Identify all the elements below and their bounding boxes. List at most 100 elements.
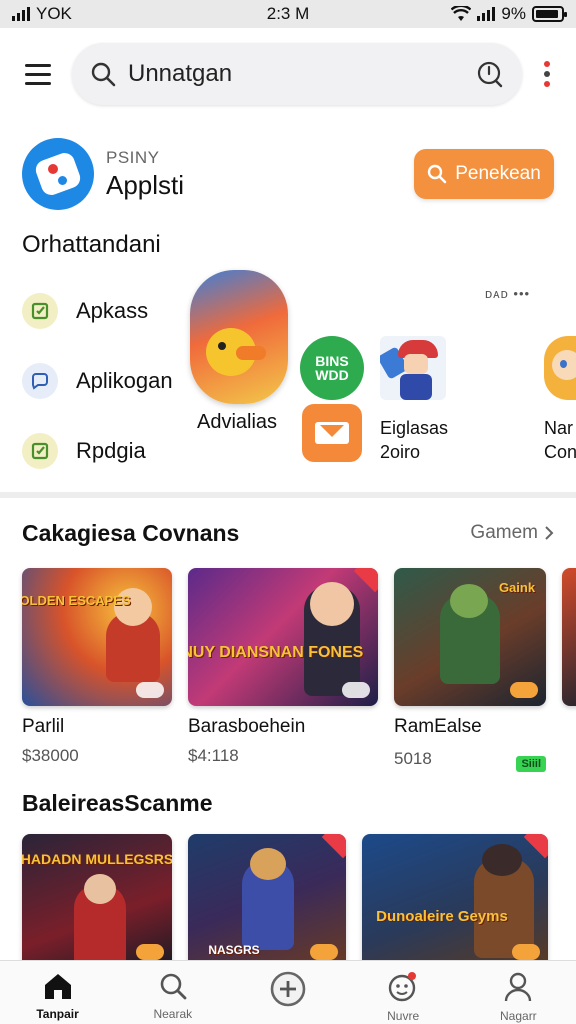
- hero-game-label: Eiglasas 2oiro: [380, 416, 448, 464]
- category-label: Rpdgia: [76, 438, 146, 463]
- game-card-title-art: Dunoaleire Geyms: [376, 907, 508, 925]
- game-card[interactable]: Gaink RamEalse 5018 Siiil: [394, 568, 546, 772]
- edge-label-line1: Nar: [544, 418, 574, 438]
- game-card[interactable]: GOLDEN ESCAPES Parlil $38000: [22, 568, 172, 772]
- price-value: $4:118: [188, 746, 239, 765]
- primary-action-button[interactable]: Penekean: [414, 149, 554, 199]
- section-header: Cakagiesa Covnans Gamem: [0, 498, 576, 568]
- partial-game-icon[interactable]: [544, 336, 576, 400]
- wifi-icon: [451, 6, 472, 21]
- hero-label-line2: 2oiro: [380, 442, 421, 462]
- section-label: Orhattandani: [22, 231, 161, 258]
- game-card-price: 5018 Siiil: [394, 746, 546, 772]
- game-card-image: Dunoaleire Geyms: [362, 834, 548, 968]
- battery-percent: 9%: [501, 4, 526, 23]
- hero-label-line1: Eiglasas: [380, 418, 449, 438]
- section-header: BaleireasScanme: [0, 772, 576, 834]
- green-app-icon[interactable]: BINS WDD: [300, 336, 364, 400]
- bottom-navigation: Tanpair Nearak Nuvre Nagarr: [0, 960, 576, 1024]
- nav-item-home[interactable]: Tanpair: [10, 971, 106, 1021]
- game-card[interactable]: HADADN MULLEGSRS: [22, 834, 172, 968]
- app-screen: YOK 2:3 M 9% Unnatgan PSINY Applsti Pene…: [0, 0, 576, 1024]
- see-more-link[interactable]: Gamem: [470, 522, 554, 544]
- app-identity-row: PSINY Applsti Penekean: [0, 120, 576, 220]
- mail-app-icon[interactable]: [302, 404, 362, 462]
- smiley-icon: [388, 972, 417, 1002]
- primary-action-label: Penekean: [455, 163, 541, 184]
- battery-fill: [536, 10, 558, 18]
- game-card[interactable]: HRDNUY DIANSNAN FONES Barasboehein $4:11…: [188, 568, 378, 772]
- home-icon: [44, 974, 71, 999]
- search-icon: [160, 973, 187, 1000]
- game-card-title-art: NASGRS: [208, 942, 260, 957]
- user-icon: [505, 972, 532, 1002]
- game-card-row: GOLDEN ESCAPES Parlil $38000 HRDNUY DIAN…: [0, 568, 576, 772]
- search-icon: [428, 164, 447, 184]
- game-card-name: RamEalse: [394, 716, 482, 737]
- game-card-name: Barasboehein: [188, 716, 306, 737]
- section-title: Cakagiesa Covnans: [22, 519, 240, 546]
- square-check-icon: [22, 433, 58, 469]
- game-card-image: HRDNUY DIANSNAN FONES: [188, 568, 378, 706]
- status-badge: Siiil: [516, 756, 546, 772]
- feature-area: Apkass Aplikogan Rpdgia Advialias BINS W…: [0, 266, 576, 486]
- game-card-image: [562, 568, 576, 706]
- app-titles: PSINY Applsti: [106, 148, 184, 201]
- nav-item-add[interactable]: [240, 971, 336, 1007]
- game-card-image: HADADN MULLEGSRS: [22, 834, 172, 968]
- game-card[interactable]: Dunoaleire Geyms: [362, 834, 548, 968]
- app-name: Applsti: [106, 169, 185, 200]
- status-left: YOK: [12, 4, 72, 24]
- nav-label: Nearak: [153, 1007, 193, 1021]
- nav-item-profile[interactable]: Nagarr: [470, 971, 566, 1023]
- add-circle-icon: [270, 971, 306, 1007]
- chat-bubble-icon: [22, 363, 58, 399]
- square-check-icon: [22, 293, 58, 329]
- game-card-name: Parlil: [22, 716, 65, 737]
- search-icon: [91, 62, 116, 87]
- price-value: 5018: [394, 749, 432, 768]
- search-input[interactable]: Unnatgan: [128, 60, 464, 88]
- app-subtitle: PSINY: [106, 147, 160, 167]
- more-link[interactable]: ᴅᴀᴅ •••: [485, 286, 530, 301]
- game-card[interactable]: NASGRS: [188, 834, 346, 968]
- game-card-title-art: HRDNUY DIANSNAN FONES: [188, 643, 363, 661]
- more-options-icon[interactable]: [536, 61, 558, 87]
- category-list: Apkass Aplikogan Rpdgia: [22, 276, 173, 486]
- chevron-right-icon: [545, 526, 554, 540]
- game-card-row: HADADN MULLEGSRS NASGRS Dunoaleire Geyms: [0, 834, 576, 968]
- category-item[interactable]: Apkass: [22, 276, 173, 346]
- battery-icon: [532, 6, 567, 22]
- game-card-title-art: Gaink: [498, 579, 536, 595]
- category-item[interactable]: Aplikogan: [22, 346, 173, 416]
- game-card-image: GOLDEN ESCAPES: [22, 568, 172, 706]
- category-label: Apkass: [76, 298, 149, 323]
- nav-item-activity[interactable]: Nuvre: [355, 971, 451, 1023]
- nav-item-search[interactable]: Nearak: [125, 971, 221, 1021]
- see-more-label: Gamem: [470, 522, 538, 543]
- nav-label: Nagarr: [500, 1009, 537, 1023]
- game-card-image: Gaink: [394, 568, 546, 706]
- status-bar: YOK 2:3 M 9%: [0, 0, 576, 28]
- nav-label: Tanpair: [36, 1007, 79, 1021]
- game-card-title-art: HADADN MULLEGSRS: [22, 850, 172, 867]
- voice-search-icon[interactable]: [476, 60, 504, 88]
- search-bar[interactable]: Unnatgan: [72, 43, 522, 105]
- app-logo[interactable]: [22, 138, 94, 210]
- hero-game-icon[interactable]: [380, 336, 446, 400]
- top-header: Unnatgan: [0, 28, 576, 120]
- category-item[interactable]: Rpdgia: [22, 416, 173, 486]
- category-label: Aplikogan: [76, 368, 173, 393]
- game-card-image: NASGRS: [188, 834, 346, 968]
- status-right: 9%: [451, 4, 567, 24]
- carrier-name: YOK: [36, 4, 72, 23]
- signal-icon-2: [477, 7, 496, 21]
- game-card-partial[interactable]: [562, 568, 576, 772]
- featured-game-art[interactable]: [190, 270, 288, 404]
- hamburger-menu-icon[interactable]: [18, 54, 58, 94]
- game-card-title-art: GOLDEN ESCAPES: [22, 592, 131, 608]
- edge-label-line2: Con: [544, 442, 576, 462]
- section-title: BaleireasScanme: [22, 789, 213, 816]
- signal-icon: [12, 7, 30, 21]
- nav-label: Nuvre: [387, 1009, 420, 1023]
